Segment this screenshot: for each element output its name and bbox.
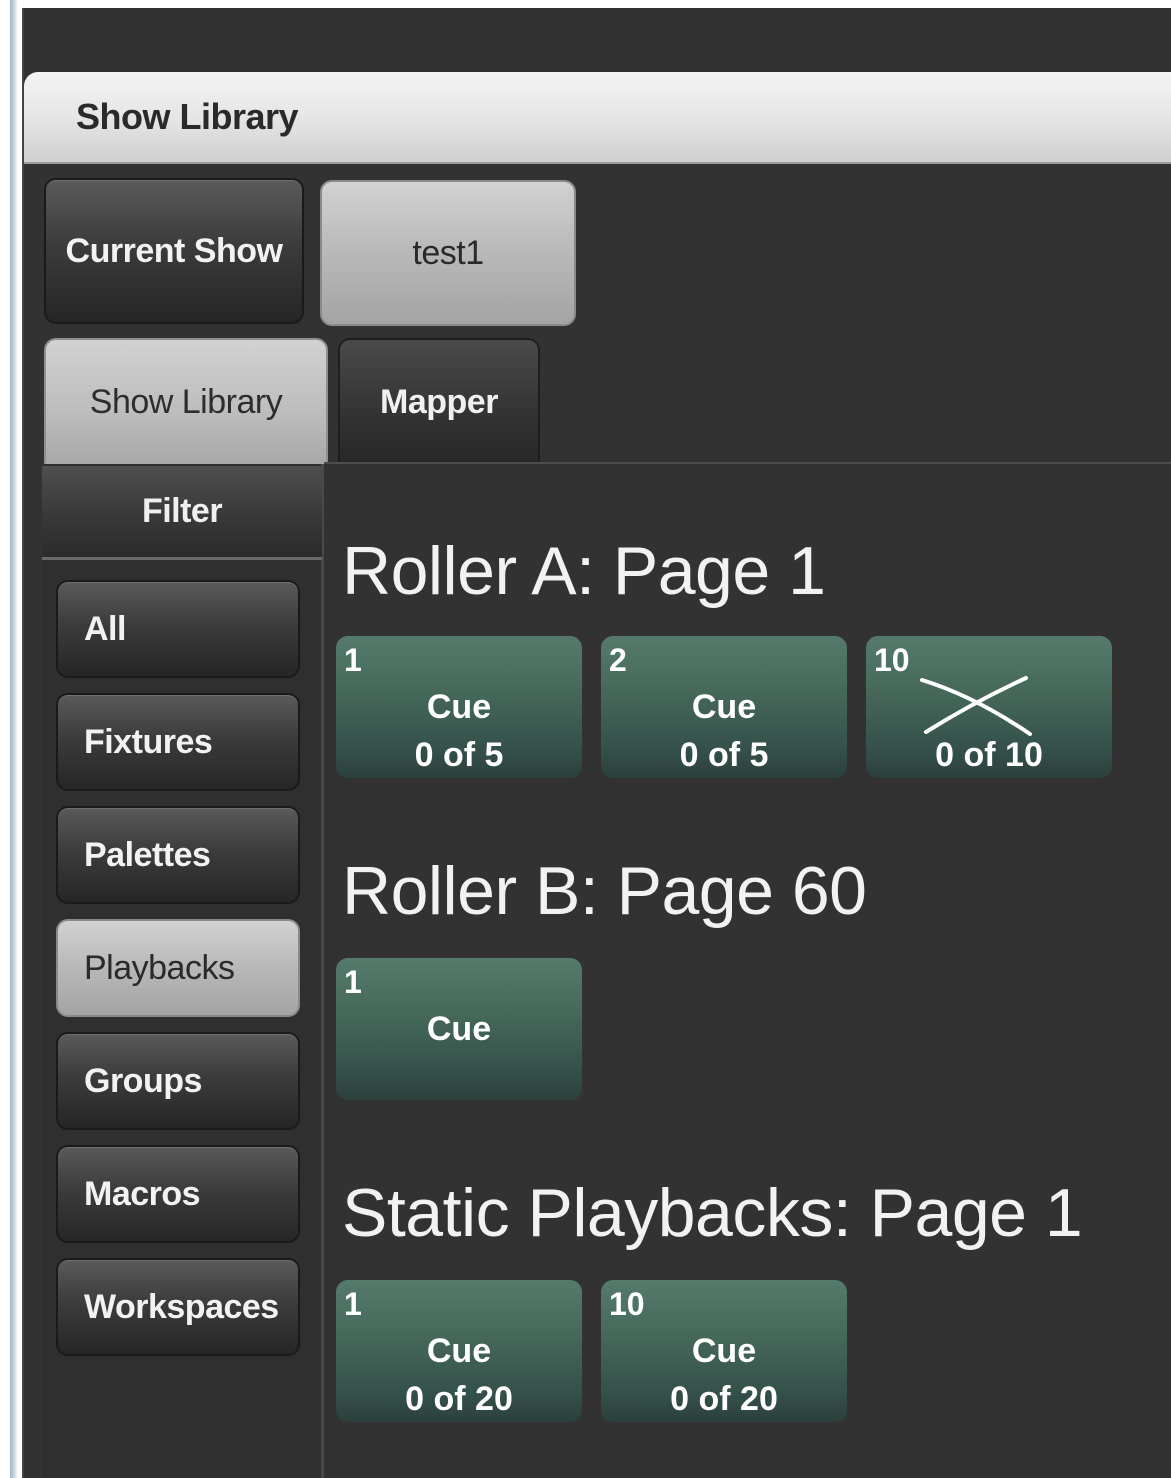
crossed-out-icon xyxy=(920,676,1032,736)
desktop-edge xyxy=(0,0,22,1478)
window-title-bar: Show Library xyxy=(24,72,1171,164)
tile-count: 0 of 20 xyxy=(670,1380,778,1418)
tile-name: Cue xyxy=(426,1332,492,1370)
tile-count: 0 of 5 xyxy=(679,736,769,774)
section-title-roller-a: Roller A: Page 1 xyxy=(342,533,826,609)
playback-tile[interactable]: 2 Cue 0 of 5 xyxy=(601,636,847,778)
playback-tile[interactable]: 1 Cue 0 of 20 xyxy=(336,1280,582,1422)
playback-tile[interactable]: 1 Cue 0 of 5 xyxy=(336,636,582,778)
filter-groups-button[interactable]: Groups xyxy=(56,1032,300,1130)
tile-number: 1 xyxy=(344,964,362,1000)
tile-number: 1 xyxy=(344,1286,362,1322)
playback-tile[interactable]: 10 Cue 0 of 20 xyxy=(601,1280,847,1422)
tile-count: 0 of 10 xyxy=(935,736,1043,774)
tab-mapper[interactable]: Mapper xyxy=(338,338,540,464)
tile-name: Cue xyxy=(426,688,492,726)
filter-fixtures-button[interactable]: Fixtures xyxy=(56,693,300,791)
tile-name: Cue xyxy=(426,1010,492,1048)
tab-show-library[interactable]: Show Library xyxy=(44,338,328,464)
tile-number: 2 xyxy=(609,642,627,678)
tile-name: Cue xyxy=(691,688,757,726)
tile-number: 10 xyxy=(609,1286,645,1322)
current-show-button[interactable]: Current Show xyxy=(44,178,304,324)
filter-playbacks-button[interactable]: Playbacks xyxy=(56,919,300,1017)
playback-tile[interactable]: 10 0 of 10 xyxy=(866,636,1112,778)
tile-count: 0 of 5 xyxy=(414,736,504,774)
tab-divider xyxy=(324,462,1171,464)
playback-tile[interactable]: 1 Cue xyxy=(336,958,582,1100)
filter-sidebar: Filter All Fixtures Palettes Playbacks G… xyxy=(42,464,324,1478)
filter-macros-button[interactable]: Macros xyxy=(56,1145,300,1243)
section-title-static-playbacks: Static Playbacks: Page 1 xyxy=(342,1175,1083,1251)
window-title: Show Library xyxy=(76,96,299,137)
show-library-window: Show Library Current Show test1 Show Lib… xyxy=(22,8,1171,1478)
tile-number: 1 xyxy=(344,642,362,678)
tile-number: 10 xyxy=(874,642,910,678)
filter-workspaces-button[interactable]: Workspaces xyxy=(56,1258,300,1356)
filter-header: Filter xyxy=(42,466,322,560)
tile-name: Cue xyxy=(691,1332,757,1370)
filter-all-button[interactable]: All xyxy=(56,580,300,678)
tile-count: 0 of 20 xyxy=(405,1380,513,1418)
section-title-roller-b: Roller B: Page 60 xyxy=(342,853,867,929)
show-name-button[interactable]: test1 xyxy=(320,180,576,326)
filter-palettes-button[interactable]: Palettes xyxy=(56,806,300,904)
